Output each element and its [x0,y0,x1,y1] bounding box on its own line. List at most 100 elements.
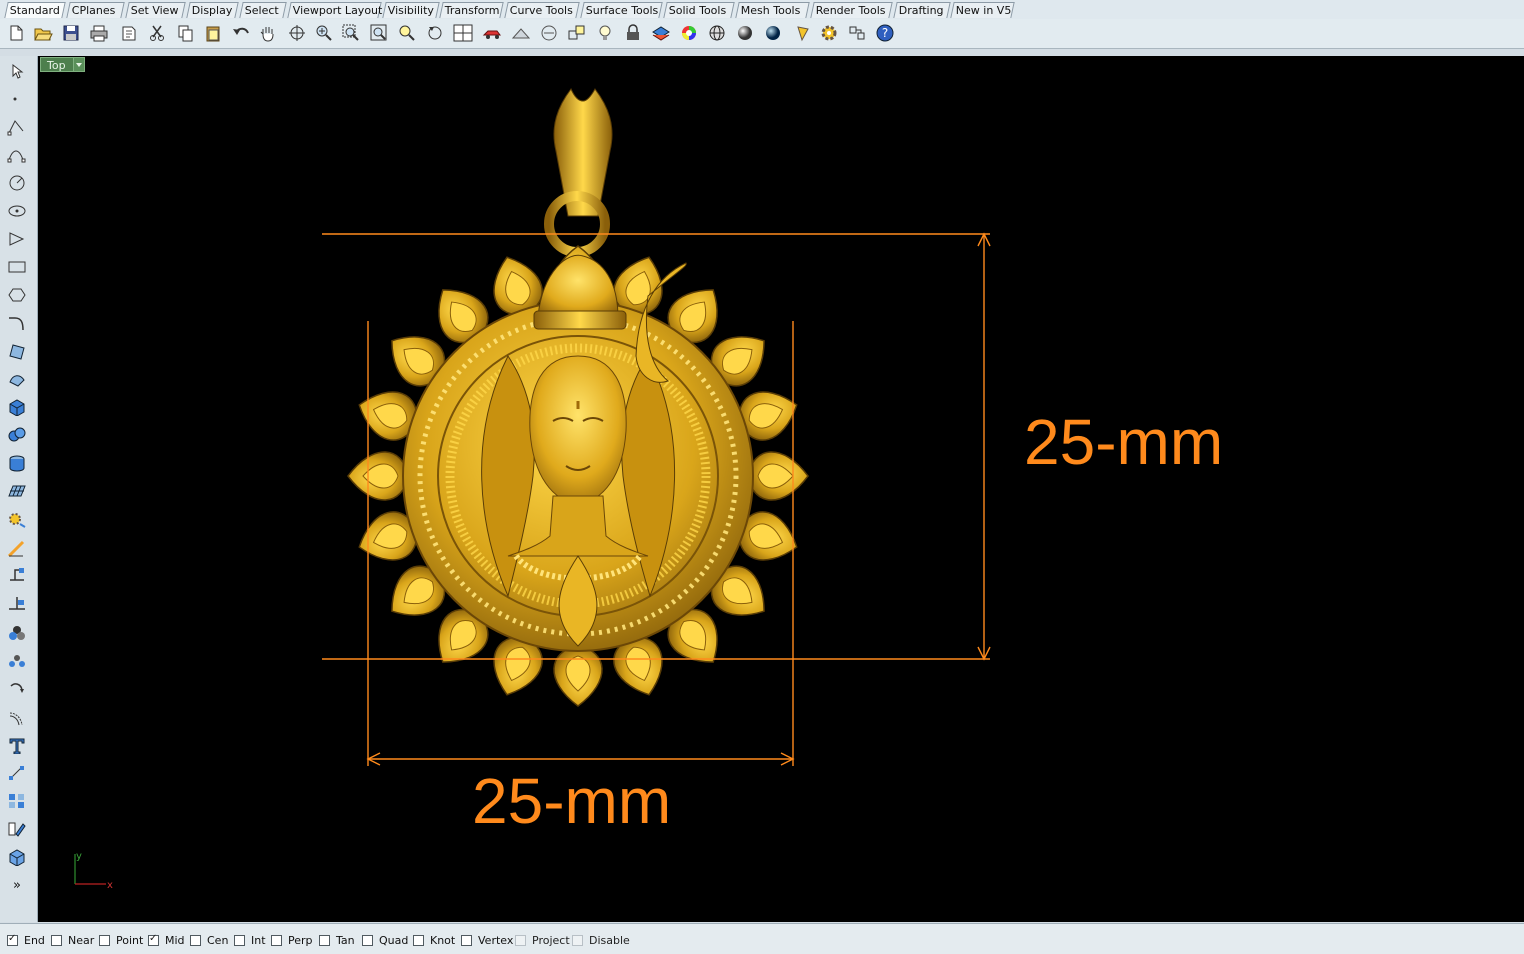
osnap-near[interactable]: Near [51,933,94,947]
more-tools-button[interactable]: » [5,874,29,896]
osnap-checkbox[interactable] [572,934,583,946]
osnap-checkbox[interactable] [515,934,526,946]
print-icon[interactable] [88,22,110,44]
tab-transform[interactable]: Transform [439,2,504,18]
paste-icon[interactable] [202,22,224,44]
tab-curve-tools[interactable]: Curve Tools [504,2,580,18]
zoom-window-icon[interactable] [340,22,362,44]
tab-surface-tools[interactable]: Surface Tools [580,2,663,18]
viewport-title-tab[interactable]: Top [40,57,85,72]
osnap-checkbox[interactable] [362,934,373,946]
analyze-icon[interactable] [5,790,29,812]
surface-corner-icon[interactable] [5,340,29,362]
osnap-point[interactable]: Point [99,933,143,947]
undo-icon[interactable] [230,22,252,44]
mesh-plane-icon[interactable] [5,480,29,502]
osnap-checkbox[interactable] [271,934,282,946]
point-icon[interactable] [5,88,29,110]
osnap-checkbox[interactable] [190,934,201,946]
pan-hand-icon[interactable] [256,22,278,44]
new-file-icon[interactable] [5,22,27,44]
osnap-checkbox[interactable] [461,934,472,946]
grid-snap-icon[interactable] [566,22,588,44]
tab-display[interactable]: Display [186,2,239,18]
text-icon[interactable] [5,734,29,756]
color-wheel-icon[interactable] [678,22,700,44]
box-solid-icon[interactable] [5,396,29,418]
osnap-checkbox[interactable] [319,934,330,946]
circle-icon[interactable] [5,172,29,194]
tab-render-tools[interactable]: Render Tools [810,2,893,18]
tab-standard[interactable]: Standard [4,2,66,18]
set-cplane-icon[interactable] [481,22,503,44]
tab-cplanes[interactable]: CPlanes [66,2,125,18]
select-arrow-icon[interactable] [5,60,29,82]
light-bulb-icon[interactable] [594,22,616,44]
fillet-curve-icon[interactable] [5,312,29,334]
properties-icon[interactable] [118,22,140,44]
copy-icon[interactable] [174,22,196,44]
tab-set-view[interactable]: Set View [125,2,186,18]
cylinder-icon[interactable] [5,452,29,474]
tab-drafting[interactable]: Drafting [893,2,951,18]
polygon-icon[interactable] [5,284,29,306]
osnap-perp[interactable]: Perp [271,933,313,947]
explode-icon[interactable] [5,762,29,784]
osnap-cen[interactable]: Cen [190,933,228,947]
osnap-vertex[interactable]: Vertex [461,933,513,947]
transform-move-icon[interactable] [5,564,29,586]
layer-icon[interactable] [650,22,672,44]
rotate-icon[interactable] [5,678,29,700]
scale-icon[interactable] [5,706,29,728]
tab-solid-tools[interactable]: Solid Tools [663,2,735,18]
wireframe-sphere-icon[interactable] [706,22,728,44]
shaded-sphere-icon[interactable] [734,22,756,44]
settings-gear-icon[interactable] [818,22,840,44]
osnap-checkbox[interactable] [51,934,62,946]
osnap-mid[interactable]: Mid [148,933,185,947]
tab-new-in-v5[interactable]: New in V5 [950,2,1015,18]
top-viewport[interactable]: y x 25-mm 25-mm [38,56,1524,922]
zoom-dynamic-icon[interactable] [313,22,335,44]
undo-view-icon[interactable] [424,22,446,44]
dimension-icon[interactable] [5,538,29,560]
osnap-quad[interactable]: Quad [362,933,408,947]
arc-icon[interactable] [5,228,29,250]
rectangle-icon[interactable] [5,256,29,278]
save-icon[interactable] [60,22,82,44]
osnap-checkbox[interactable] [99,934,110,946]
rendered-sphere-icon[interactable] [762,22,784,44]
boolean-union-icon[interactable] [5,424,29,446]
osnap-project[interactable]: Project [515,933,570,947]
array-icon[interactable] [5,650,29,672]
osnap-disable[interactable]: Disable [572,933,630,947]
hide-objects-icon[interactable] [510,22,532,44]
render-gear-icon[interactable] [5,508,29,530]
tab-visibility[interactable]: Visibility [382,2,440,18]
osnap-int[interactable]: Int [234,933,266,947]
tab-mesh-tools[interactable]: Mesh Tools [735,2,810,18]
tab-select[interactable]: Select [239,2,287,18]
blocks-icon[interactable] [5,818,29,840]
osnap-checkbox[interactable] [413,934,424,946]
osnap-end[interactable]: End [7,933,45,947]
chevron-down-icon[interactable] [73,58,84,71]
solid-box-icon[interactable] [5,846,29,868]
open-file-icon[interactable] [32,22,54,44]
help-icon[interactable]: ? [874,22,896,44]
osnap-checkbox[interactable] [148,933,159,946]
extrude-surface-icon[interactable] [5,368,29,390]
polyline-icon[interactable] [5,116,29,138]
tab-viewport-layout[interactable]: Viewport Layout [287,2,382,18]
curve-icon[interactable] [5,144,29,166]
osnap-icon[interactable] [538,22,560,44]
osnap-checkbox[interactable] [7,933,18,946]
group-icon[interactable] [5,622,29,644]
osnap-knot[interactable]: Knot [413,933,455,947]
cut-icon[interactable] [146,22,168,44]
osnap-checkbox[interactable] [234,934,245,946]
options-pencil-icon[interactable] [792,22,814,44]
rotate-view-icon[interactable] [286,22,308,44]
viewport-layout-icon[interactable] [452,22,474,44]
lock-icon[interactable] [622,22,644,44]
